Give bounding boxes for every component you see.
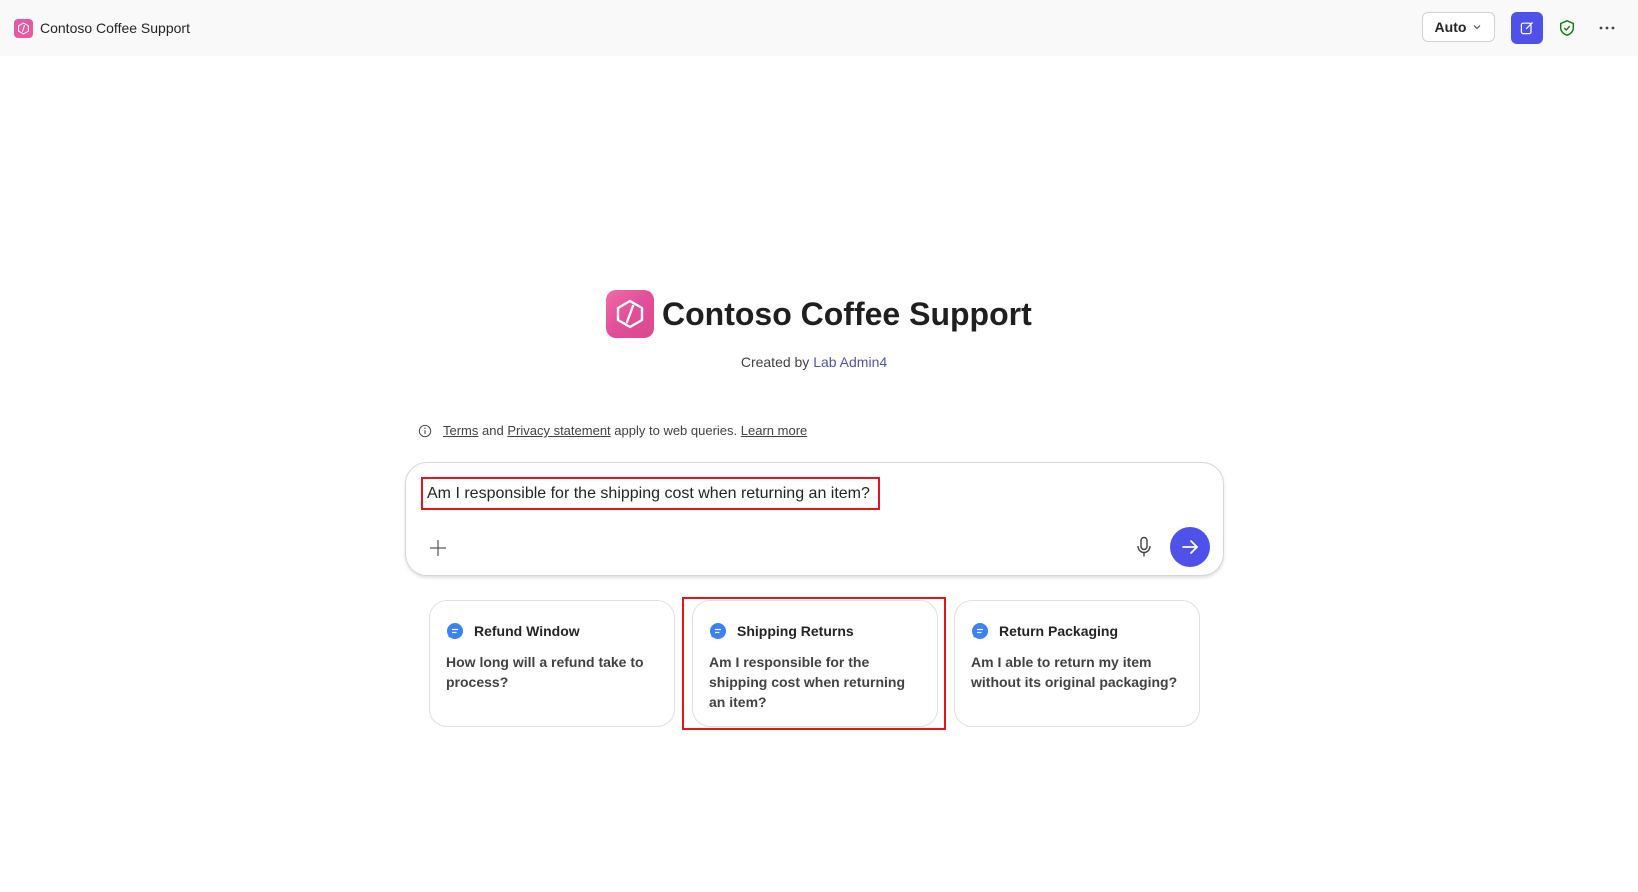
created-by-label: Created by — [740, 354, 810, 370]
suggestion-title: Shipping Returns — [737, 623, 854, 639]
microphone-icon — [1137, 536, 1151, 557]
app-title: Contoso Coffee Support — [40, 20, 190, 36]
privacy-link[interactable]: Privacy statement — [507, 422, 610, 440]
top-bar: Contoso Coffee Support Auto — [0, 0, 1638, 56]
suggestion-card[interactable]: Refund Window How long will a refund tak… — [429, 600, 675, 727]
security-button[interactable] — [1554, 15, 1580, 41]
suggestion-card[interactable]: Return Packaging Am I able to return my … — [954, 600, 1200, 727]
more-options-button[interactable] — [1592, 15, 1622, 41]
info-icon — [418, 424, 432, 438]
chat-bubble-icon — [710, 623, 726, 639]
agent-logo-icon — [616, 299, 644, 329]
new-chat-button[interactable] — [1511, 12, 1543, 44]
plus-icon — [430, 540, 446, 556]
learn-more-link[interactable]: Learn more — [741, 422, 807, 440]
add-attachment-button[interactable] — [426, 536, 450, 560]
web-query-notice: Terms and Privacy statement apply to web… — [418, 422, 807, 440]
microphone-button[interactable] — [1132, 534, 1156, 560]
notice-apply: apply to web queries. — [614, 423, 738, 438]
created-by: Created by Lab Admin4 — [0, 353, 1628, 371]
suggestion-prompt: How long will a refund take to process? — [446, 654, 644, 690]
message-input[interactable]: Am I responsible for the shipping cost w… — [421, 477, 880, 510]
agent-logo-icon — [14, 19, 33, 38]
send-button[interactable] — [1170, 527, 1210, 567]
notice-and: and — [482, 423, 504, 438]
chat-bubble-icon — [447, 623, 463, 639]
suggestion-title: Return Packaging — [999, 623, 1119, 639]
suggestion-prompt: Am I able to return my item without its … — [971, 654, 1178, 690]
arrow-right-icon — [1182, 540, 1198, 554]
mode-label: Auto — [1434, 19, 1467, 35]
more-horizontal-icon — [1599, 26, 1615, 30]
author-link[interactable]: Lab Admin4 — [813, 354, 887, 370]
suggestion-prompt: Am I responsible for the shipping cost w… — [709, 654, 905, 710]
agent-title: Contoso Coffee Support — [662, 296, 1032, 332]
suggestion-title: Refund Window — [474, 623, 580, 639]
new-chat-icon — [1520, 21, 1534, 35]
suggestion-card[interactable]: Shipping Returns Am I responsible for th… — [692, 600, 938, 727]
terms-link[interactable]: Terms — [443, 422, 478, 440]
shield-check-icon — [1559, 20, 1575, 36]
chat-bubble-icon — [972, 623, 988, 639]
chevron-down-icon — [1474, 25, 1481, 30]
agent-logo-large — [606, 290, 654, 338]
mode-dropdown[interactable]: Auto — [1422, 12, 1495, 42]
